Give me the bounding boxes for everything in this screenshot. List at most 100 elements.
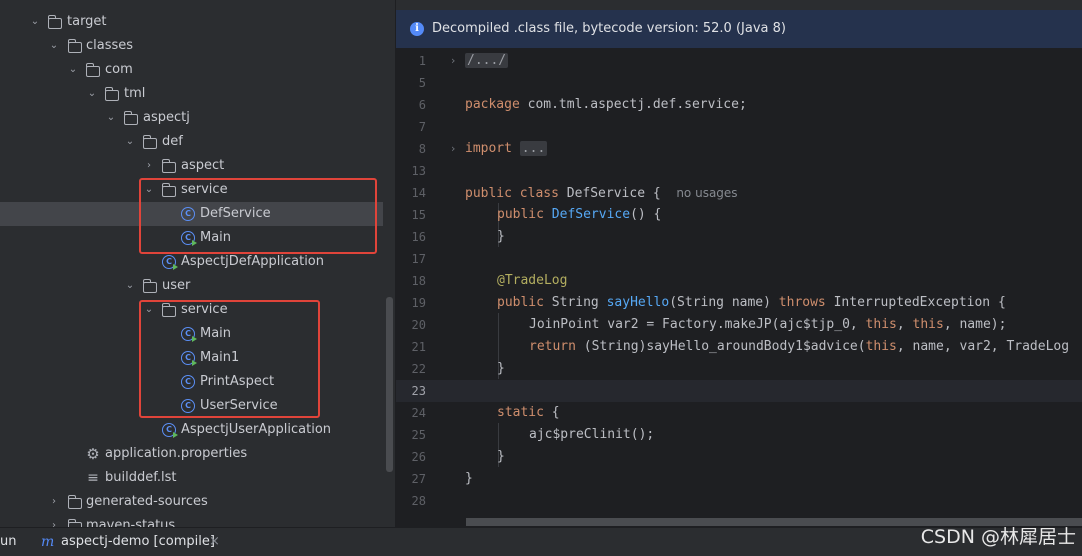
info-icon: i <box>410 22 424 36</box>
close-icon[interactable]: × <box>209 528 220 556</box>
highlight-box <box>139 178 377 254</box>
code-text: JoinPoint var2 = Factory.makeJP(ajc$tjp_… <box>529 317 866 332</box>
code-text: (String)sayHello_aroundBody1$advice( <box>575 339 866 354</box>
code-text: DefService { <box>558 186 669 201</box>
chevron-down-icon[interactable]: ⌄ <box>124 130 136 154</box>
tree-item-user[interactable]: ⌄ user <box>0 274 395 298</box>
tree-item-maven-status[interactable]: › maven-status <box>0 514 395 527</box>
chevron-right-icon[interactable]: › <box>143 154 155 178</box>
code-text: } <box>497 361 505 376</box>
chevron-down-icon[interactable]: ⌄ <box>105 106 117 130</box>
code-line: 28 <box>396 490 1082 512</box>
keyword: public <box>497 295 544 310</box>
collapsed-imports[interactable]: ... <box>519 141 548 156</box>
code-line: 17 <box>396 248 1082 270</box>
tree-item-aspectjuserapplication[interactable]: C AspectjUserApplication <box>0 418 395 442</box>
line-number: 20 <box>411 318 426 332</box>
code-text: , <box>896 317 913 332</box>
keyword: this <box>865 317 897 332</box>
line-number: 24 <box>411 406 426 420</box>
line-number: 8 <box>418 142 426 156</box>
run-tab-label[interactable]: aspectj-demo [compile] <box>61 528 215 556</box>
project-tree: ⌄ target ⌄ classes ⌄ com ⌄ tml ⌄ aspectj… <box>0 0 395 527</box>
tree-item-generated-sources[interactable]: › generated-sources <box>0 490 395 514</box>
code-line: 6 package com.tml.aspectj.def.service; <box>396 94 1082 116</box>
keyword: import <box>465 141 512 156</box>
run-tool-label[interactable]: un <box>0 528 16 556</box>
code-line: 19 public String sayHello(String name) t… <box>396 292 1082 314</box>
keyword: package <box>465 97 520 112</box>
code-text: com.tml.aspectj.def.service; <box>519 97 747 112</box>
folder-icon <box>123 111 138 125</box>
line-number: 6 <box>418 98 426 112</box>
chevron-down-icon[interactable]: ⌄ <box>86 82 98 106</box>
code-text: InterruptedException { <box>825 295 1006 310</box>
tree-item-label: user <box>162 278 191 293</box>
line-number: 21 <box>411 340 426 354</box>
keyword: static <box>497 405 544 420</box>
tree-item-target[interactable]: ⌄ target <box>0 10 395 34</box>
chevron-down-icon[interactable]: ⌄ <box>124 274 136 298</box>
highlight-box <box>139 300 320 418</box>
chevron-down-icon[interactable]: ⌄ <box>67 58 79 82</box>
tree-item-label: maven-status <box>86 518 176 527</box>
code-text: , name); <box>943 317 1007 332</box>
code-line: 5 <box>396 72 1082 94</box>
chevron-right-icon[interactable]: › <box>48 514 60 527</box>
line-number: 27 <box>411 472 426 486</box>
tree-item-label: target <box>67 14 107 29</box>
tree-scrollbar[interactable] <box>386 297 393 472</box>
line-number: 5 <box>418 76 426 90</box>
code-text: } <box>465 471 473 486</box>
fold-arrow-icon[interactable]: › <box>451 50 455 72</box>
line-number: 17 <box>411 252 426 266</box>
line-number: 15 <box>411 208 426 222</box>
gear-icon: ⚙ <box>86 445 100 463</box>
code-text: } <box>497 449 505 464</box>
code-line: 24 static { <box>396 402 1082 424</box>
code-line: 7 <box>396 116 1082 138</box>
chevron-down-icon[interactable]: ⌄ <box>48 34 60 58</box>
code-line: 13 <box>396 160 1082 182</box>
code-line: 22 } <box>396 358 1082 380</box>
tree-item-application-properties[interactable]: ⚙ application.properties <box>0 442 395 466</box>
fold-arrow-icon[interactable]: › <box>451 138 455 160</box>
keyword: return <box>529 339 576 354</box>
tree-item-label: def <box>162 134 183 149</box>
usage-hint[interactable]: no usages <box>676 186 737 200</box>
code-editor[interactable]: i Decompiled .class file, bytecode versi… <box>396 0 1082 527</box>
method-name: sayHello <box>606 295 670 310</box>
tree-item-builddef[interactable]: ≡ builddef.lst <box>0 466 395 490</box>
code-line: 8 › import ... <box>396 138 1082 160</box>
code-line-current: 23 <box>396 380 1082 402</box>
chevron-right-icon[interactable]: › <box>48 490 60 514</box>
code-line: 27 } <box>396 468 1082 490</box>
runnable-class-icon: C <box>162 423 178 438</box>
code-line: 16 } <box>396 226 1082 248</box>
folder-icon <box>67 495 82 509</box>
tree-item-com[interactable]: ⌄ com <box>0 58 395 82</box>
line-number: 19 <box>411 296 426 310</box>
folder-icon <box>142 279 157 293</box>
tree-item-def[interactable]: ⌄ def <box>0 130 395 154</box>
code-text: ajc$preClinit(); <box>529 427 655 442</box>
watermark: CSDN @林犀居士 <box>920 526 1076 548</box>
tree-item-label: aspectj <box>143 110 190 125</box>
tree-item-label: tml <box>124 86 146 101</box>
tree-item-label: com <box>105 62 133 77</box>
banner-text: Decompiled .class file, bytecode version… <box>432 21 786 36</box>
keyword: this <box>912 317 944 332</box>
line-number: 28 <box>411 494 426 508</box>
tree-item-aspect[interactable]: › aspect <box>0 154 395 178</box>
folder-icon <box>85 63 100 77</box>
code-text: } <box>497 229 505 244</box>
tree-item-tml[interactable]: ⌄ tml <box>0 82 395 106</box>
constructor-name: DefService <box>551 207 631 222</box>
code-line: 20 JoinPoint var2 = Factory.makeJP(ajc$t… <box>396 314 1082 336</box>
code-line: 25 ajc$preClinit(); <box>396 424 1082 446</box>
collapsed-header[interactable]: /.../ <box>465 53 509 68</box>
chevron-down-icon[interactable]: ⌄ <box>29 10 41 34</box>
tree-item-aspectj[interactable]: ⌄ aspectj <box>0 106 395 130</box>
tree-item-classes[interactable]: ⌄ classes <box>0 34 395 58</box>
text-file-icon: ≡ <box>87 470 99 486</box>
